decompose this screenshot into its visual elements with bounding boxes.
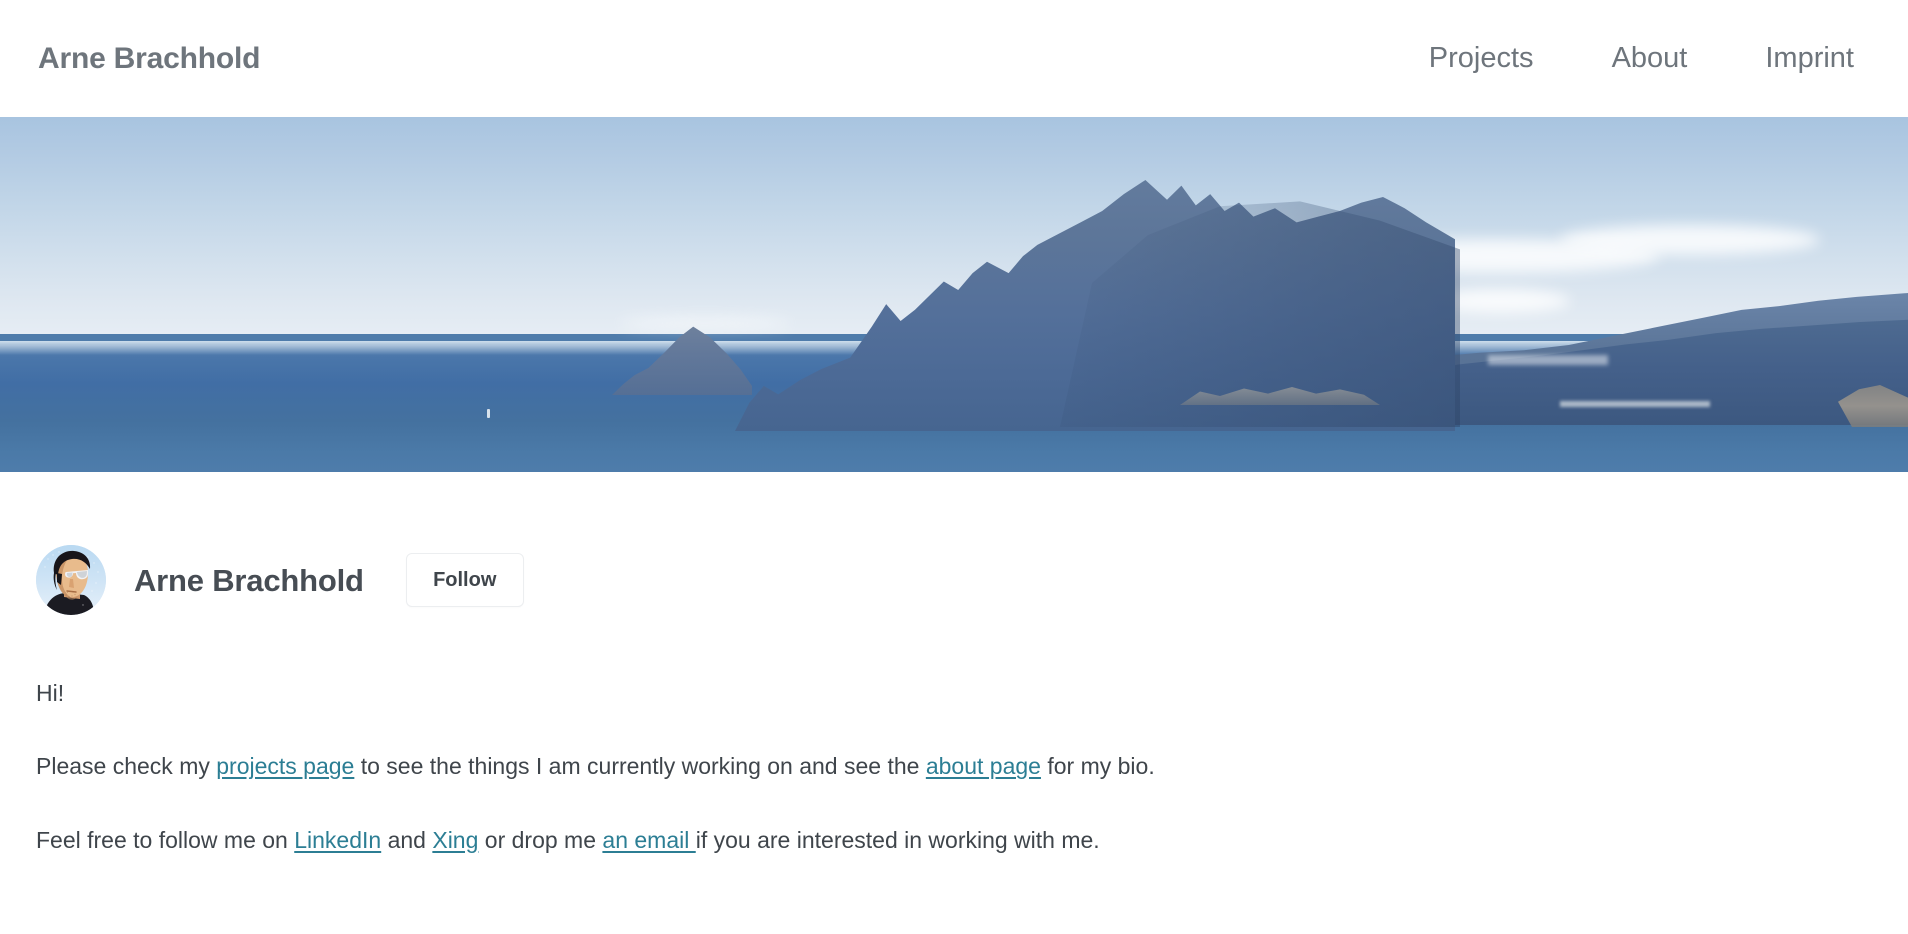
hero-beach-strip [1560,401,1710,407]
hero-banner-image [0,117,1908,472]
page-content: Hi! Please check my projects page to see… [0,677,1908,857]
sailboat-speck [487,409,490,418]
projects-page-link[interactable]: projects page [216,753,354,779]
site-title[interactable]: Arne Brachhold [38,43,260,74]
paragraph3-text-4: if you are interested in working with me… [695,826,1100,853]
email-link[interactable]: an email [602,827,695,853]
profile-name: Arne Brachhold [134,562,364,598]
profile-row: Arne Brachhold Follow [0,545,1908,615]
about-page-link[interactable]: about page [926,753,1041,779]
xing-link[interactable]: Xing [432,827,478,853]
avatar[interactable] [36,545,106,615]
cloud-shape [1560,225,1820,255]
greeting-paragraph: Hi! [36,677,1872,710]
paragraph3-text-2: and [381,826,433,853]
hero-village-speck [1488,355,1608,365]
nav-link-projects[interactable]: Projects [1429,44,1534,73]
nav-link-imprint[interactable]: Imprint [1765,44,1854,73]
follow-button[interactable]: Follow [405,553,524,607]
linkedin-link[interactable]: LinkedIn [294,827,381,853]
nav-link-about[interactable]: About [1612,44,1688,73]
projects-paragraph: Please check my projects page to see the… [36,750,1872,783]
paragraph2-text-2: to see the things I am currently working… [354,753,926,780]
primary-navigation: Projects About Imprint [1429,44,1854,73]
social-paragraph: Feel free to follow me on LinkedIn and X… [36,824,1872,857]
paragraph3-text-1: Feel free to follow me on [36,826,295,853]
paragraph2-text-3: for my bio. [1040,753,1155,780]
cloud-shape [620,317,790,329]
paragraph3-text-3: or drop me [478,826,603,853]
greeting-text: Hi! [36,680,65,706]
site-header: Arne Brachhold Projects About Imprint [0,0,1908,117]
paragraph2-text-1: Please check my [36,753,217,780]
